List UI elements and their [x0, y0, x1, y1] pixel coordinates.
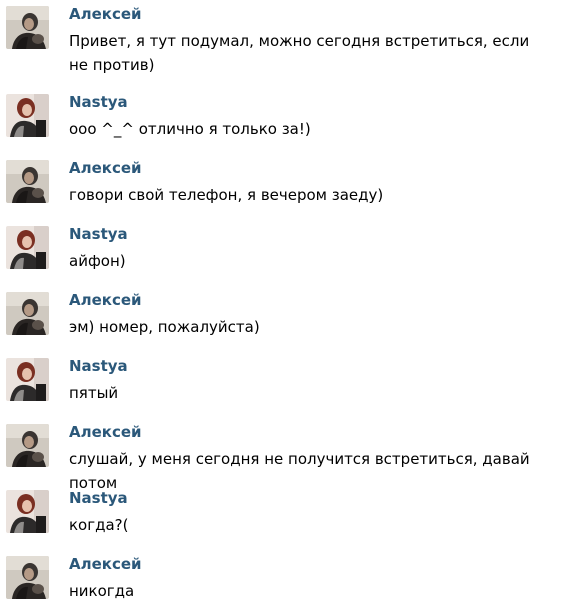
message-author[interactable]: Nastya — [69, 488, 128, 508]
nastya-avatar[interactable] — [6, 226, 49, 269]
message-text: Привет, я тут подумал, можно сегодня вст… — [69, 32, 530, 74]
alexey-avatar[interactable] — [6, 160, 49, 203]
message-text: говори свой телефон, я вечером заеду) — [69, 186, 384, 204]
nastya-avatar[interactable] — [6, 358, 49, 401]
alexey-avatar[interactable] — [6, 424, 49, 467]
message-author[interactable]: Алексей — [69, 290, 142, 310]
message-author[interactable]: Nastya — [69, 356, 128, 376]
message-text: никогда — [69, 582, 135, 600]
message-text: когда?( — [69, 516, 129, 534]
message-text: айфон) — [69, 252, 126, 270]
message-author[interactable]: Алексей — [69, 554, 142, 574]
message-history: Алексей Привет, я тут подумал, можно сег… — [0, 0, 570, 604]
alexey-avatar[interactable] — [6, 6, 49, 49]
message-text: пятый — [69, 384, 119, 402]
message-text: ооо ^_^ отлично я только за!) — [69, 120, 311, 138]
nastya-avatar[interactable] — [6, 94, 49, 137]
alexey-avatar[interactable] — [6, 292, 49, 335]
message-text: слушай, у меня сегодня не получится встр… — [69, 450, 530, 492]
message-author[interactable]: Nastya — [69, 92, 128, 112]
message-text: эм) номер, пожалуйста) — [69, 318, 260, 336]
message-author[interactable]: Nastya — [69, 224, 128, 244]
message-author[interactable]: Алексей — [69, 4, 142, 24]
message-author[interactable]: Алексей — [69, 422, 142, 442]
nastya-avatar[interactable] — [6, 490, 49, 533]
alexey-avatar[interactable] — [6, 556, 49, 599]
message-author[interactable]: Алексей — [69, 158, 142, 178]
